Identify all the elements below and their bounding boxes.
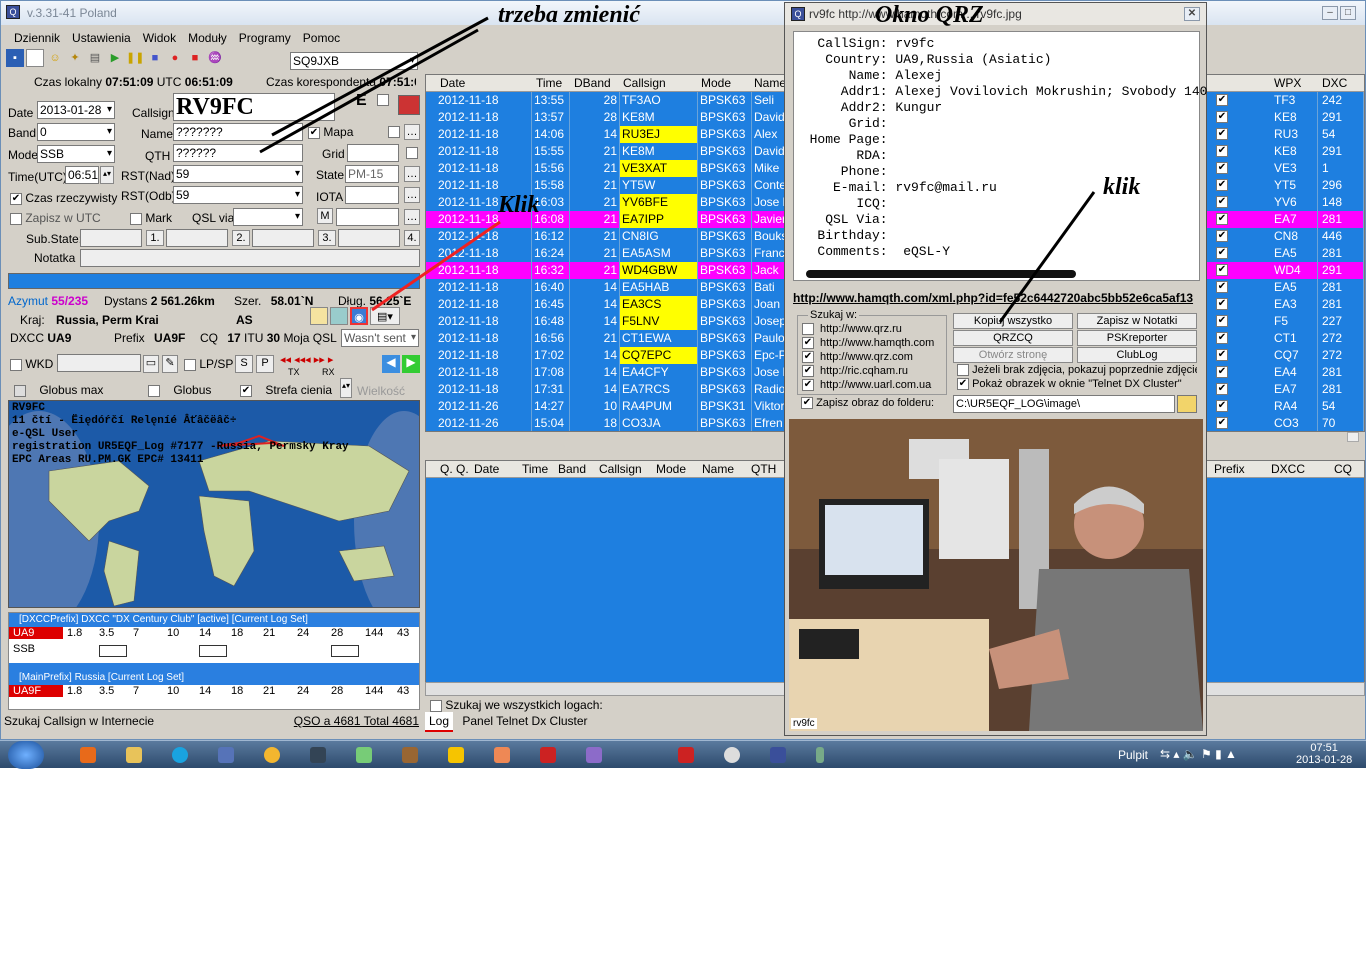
- start-button[interactable]: [8, 741, 44, 769]
- app-icon-11[interactable]: [540, 747, 556, 763]
- explorer-icon[interactable]: [126, 747, 142, 763]
- lightning-icon[interactable]: [448, 747, 464, 763]
- show-desktop-label[interactable]: Pulpit: [1118, 748, 1148, 762]
- sun-icon[interactable]: [264, 747, 280, 763]
- firefox-icon[interactable]: [80, 747, 96, 763]
- tray-icons[interactable]: ⇆ ▴ 🔈 ⚑ ▮ ▲: [1160, 747, 1237, 761]
- app-icon-8[interactable]: [402, 747, 418, 763]
- annotation-lines: [259, 16, 1096, 323]
- app-icon-7[interactable]: [356, 747, 372, 763]
- app-icon-13[interactable]: [678, 747, 694, 763]
- app-icon-12[interactable]: [586, 747, 602, 763]
- skype-icon[interactable]: [172, 747, 188, 763]
- app-icon-6[interactable]: [310, 747, 326, 763]
- app-icon-4[interactable]: [218, 747, 234, 763]
- app-icon-16[interactable]: [816, 747, 824, 763]
- tray-clock[interactable]: 07:51 2013-01-28: [1296, 742, 1352, 766]
- app-icon-14[interactable]: [724, 747, 740, 763]
- taskbar: Pulpit ⇆ ▴ 🔈 ⚑ ▮ ▲ 07:51 2013-01-28: [0, 740, 1366, 769]
- ur5eqf-log-icon[interactable]: [770, 747, 786, 763]
- df-icon[interactable]: [494, 747, 510, 763]
